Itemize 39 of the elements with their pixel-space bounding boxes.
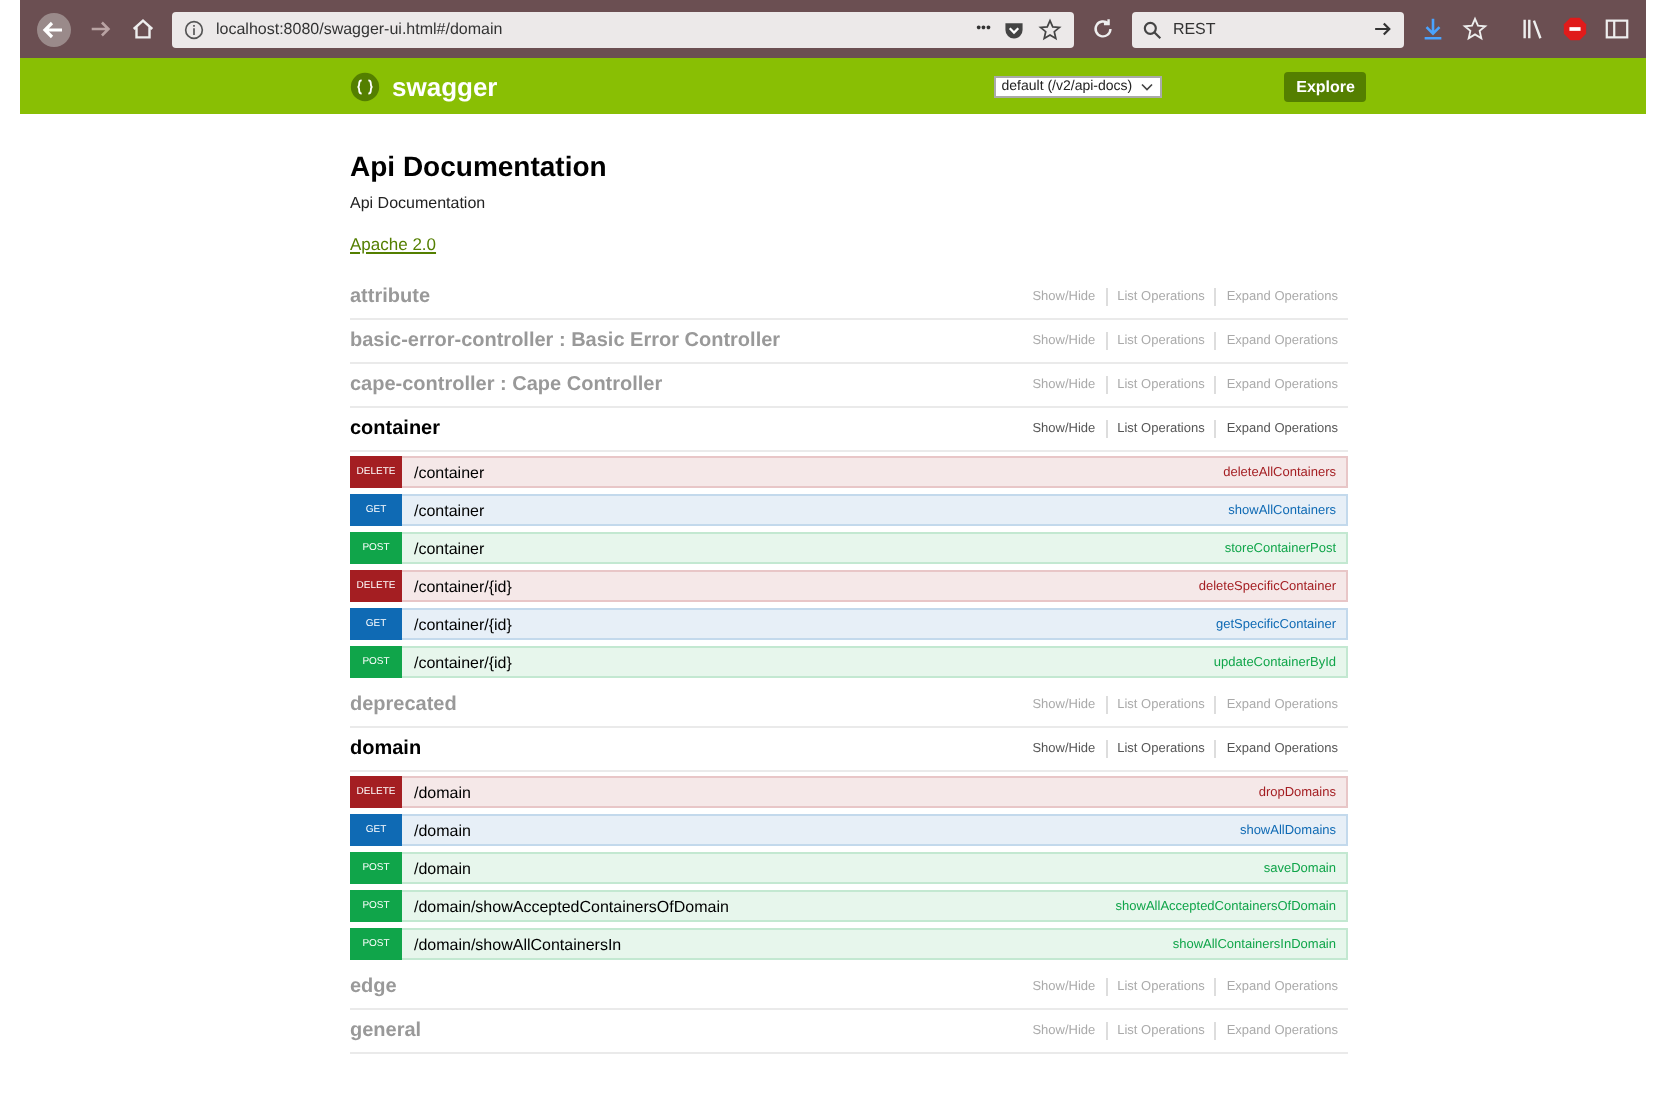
- download-icon[interactable]: [1420, 16, 1446, 42]
- arrow-icon[interactable]: [1372, 18, 1394, 40]
- caret-icon: [1140, 81, 1155, 91]
- operation-path: /domain: [414, 859, 471, 877]
- library-icon[interactable]: [1520, 16, 1546, 42]
- search-icon: [1142, 19, 1163, 39]
- api-description: Api Documentation: [350, 194, 488, 212]
- swagger-logo-icon: [350, 71, 380, 101]
- explore-button[interactable]: Explore: [1284, 71, 1367, 101]
- operation-path: /domain: [414, 783, 471, 801]
- operation-path: /domain: [414, 821, 471, 839]
- operation-path: /container/{id}: [414, 653, 512, 671]
- license-link[interactable]: Apache 2.0: [350, 234, 437, 254]
- back-icon[interactable]: [36, 11, 72, 47]
- resource-title[interactable]: cape-controller : Cape Controller: [350, 374, 663, 396]
- star-icon[interactable]: [1038, 17, 1063, 41]
- resource-title[interactable]: container: [350, 418, 441, 440]
- bookmark-star-icon[interactable]: [1462, 16, 1488, 42]
- operation-path: /domain/showAcceptedContainersOfDomain: [414, 897, 729, 915]
- operation-path: /container: [414, 501, 485, 519]
- home-icon[interactable]: [130, 16, 156, 42]
- operation-path: /domain/showAllContainersIn: [414, 935, 622, 953]
- resource-title[interactable]: basic-error-controller : Basic Error Controller: [350, 330, 781, 352]
- reload-icon[interactable]: [1090, 16, 1117, 42]
- resource-title[interactable]: deprecated: [350, 694, 457, 716]
- api-title: Api Documentation: [350, 150, 609, 182]
- search-field[interactable]: REST: [1132, 11, 1404, 47]
- resource-title[interactable]: attribute: [350, 286, 430, 308]
- sidebar-icon[interactable]: [1604, 16, 1630, 42]
- operation-path: /container/{id}: [414, 615, 512, 633]
- swagger-logo-text: swagger: [392, 71, 498, 101]
- resource-title[interactable]: domain: [350, 738, 422, 760]
- resource-title[interactable]: edge: [350, 976, 397, 998]
- info-icon[interactable]: [184, 19, 204, 39]
- operation-path: /container: [414, 463, 485, 481]
- operation-path: /container: [414, 539, 485, 557]
- operation-path: /container/{id}: [414, 577, 512, 595]
- forward-icon[interactable]: [88, 16, 114, 42]
- resource-title[interactable]: general: [350, 1020, 422, 1042]
